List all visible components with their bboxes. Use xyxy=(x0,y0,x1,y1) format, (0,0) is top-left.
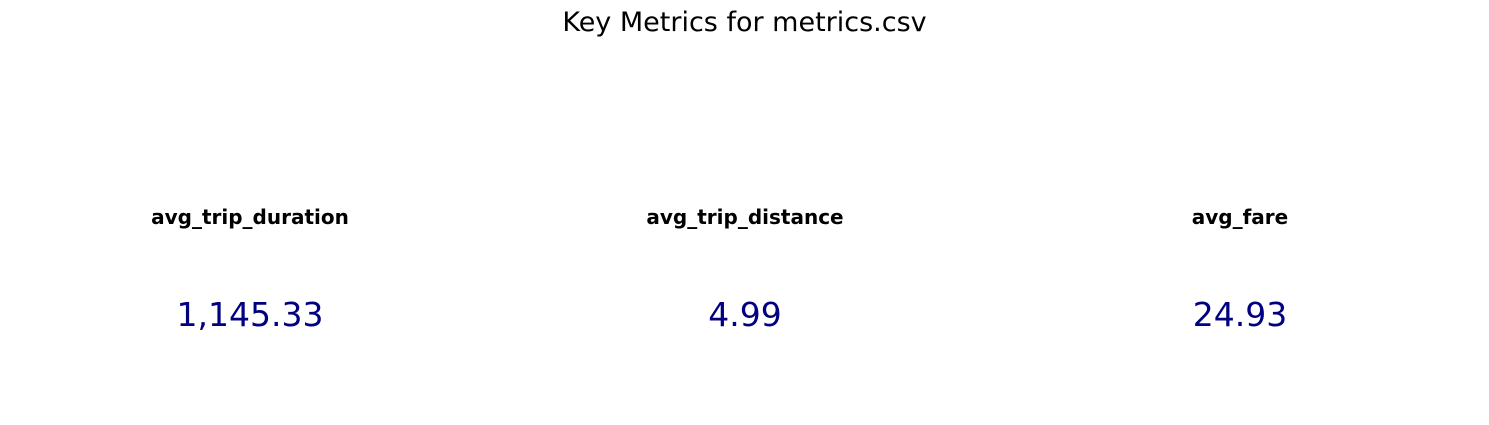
metric-label: avg_fare xyxy=(1191,205,1289,229)
metric-label: avg_trip_distance xyxy=(646,205,844,229)
metric-value: 4.99 xyxy=(708,295,782,334)
metric-value: 24.93 xyxy=(1192,295,1288,334)
metric-label: avg_trip_duration xyxy=(151,205,349,229)
metric-panel-avg-fare: avg_fare 24.93 xyxy=(992,0,1488,425)
metric-panel-avg-trip-duration: avg_trip_duration 1,145.33 xyxy=(2,0,498,425)
metric-panels: avg_trip_duration 1,145.33 avg_trip_distan… xyxy=(0,0,1489,425)
metric-value: 1,145.33 xyxy=(176,295,324,334)
metric-panel-avg-trip-distance: avg_trip_distance 4.99 xyxy=(497,0,993,425)
